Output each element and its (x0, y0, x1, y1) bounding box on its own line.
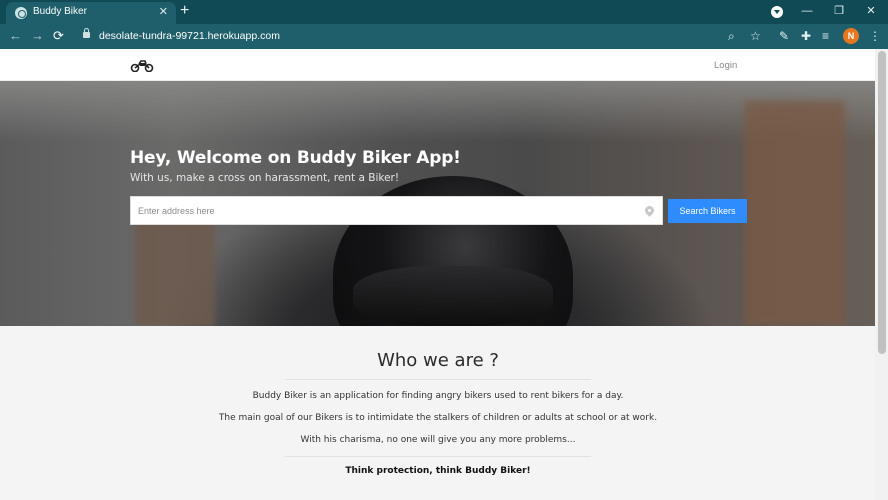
hero-background-building (745, 101, 845, 326)
about-line: Buddy Biker is an application for findin… (252, 391, 624, 401)
hero-title: Hey, Welcome on Buddy Biker App! (130, 148, 461, 168)
hero-subtitle: With us, make a cross on harassment, ren… (130, 172, 400, 184)
new-tab-button[interactable]: + (180, 2, 189, 20)
profile-avatar[interactable]: N (843, 28, 859, 44)
tab-close-icon[interactable]: ✕ (159, 5, 168, 18)
tab-search-icon[interactable] (771, 6, 783, 18)
extension-pen-icon[interactable]: ✎ (779, 28, 789, 44)
reading-list-icon[interactable]: ≡ (822, 28, 829, 44)
about-line: The main goal of our Bikers is to intimi… (218, 413, 658, 423)
globe-icon (15, 7, 27, 19)
browser-tab[interactable]: Buddy Biker ✕ (6, 2, 176, 24)
extensions-puzzle-icon[interactable]: ✚ (801, 28, 811, 44)
browser-toolbar: ← → ⟳ desolate-tundra-99721.herokuapp.co… (0, 24, 888, 49)
address-bar[interactable]: desolate-tundra-99721.herokuapp.com (72, 25, 772, 47)
zoom-icon[interactable]: ⌕ (728, 28, 735, 44)
page-scrollbar[interactable] (875, 49, 888, 500)
motorbike-logo-icon[interactable] (130, 59, 154, 72)
lock-icon[interactable] (83, 28, 90, 38)
divider (285, 379, 591, 380)
divider (285, 456, 591, 457)
browser-tab-bar: Buddy Biker ✕ + — ❐ ✕ (0, 0, 888, 24)
url-text[interactable]: desolate-tundra-99721.herokuapp.com (99, 30, 280, 42)
window-close-button[interactable]: ✕ (861, 2, 881, 20)
back-icon[interactable]: ← (9, 27, 22, 45)
browser-menu-icon[interactable]: ⋮ (869, 28, 881, 44)
about-line: With his charisma, no one will give you … (300, 435, 576, 445)
hero-background-top (0, 81, 875, 141)
about-section: Who we are ? Buddy Biker is an applicati… (0, 326, 875, 500)
about-title: Who we are ? (377, 350, 499, 371)
tab-title: Buddy Biker (33, 6, 87, 17)
reload-icon[interactable]: ⟳ (53, 27, 64, 45)
login-link[interactable]: Login (714, 60, 737, 71)
address-search-input[interactable] (131, 197, 636, 224)
address-search-box (130, 196, 663, 225)
bookmark-star-icon[interactable]: ☆ (750, 28, 761, 44)
tagline: Think protection, think Buddy Biker! (345, 466, 531, 476)
maximize-button[interactable]: ❐ (829, 2, 849, 20)
scrollbar-thumb[interactable] (878, 51, 886, 354)
site-navbar: Login (0, 49, 875, 81)
location-pin-icon[interactable] (643, 204, 656, 217)
forward-icon[interactable]: → (31, 27, 44, 45)
minimize-button[interactable]: — (797, 2, 817, 20)
search-bikers-button[interactable]: Search Bikers (668, 199, 747, 223)
